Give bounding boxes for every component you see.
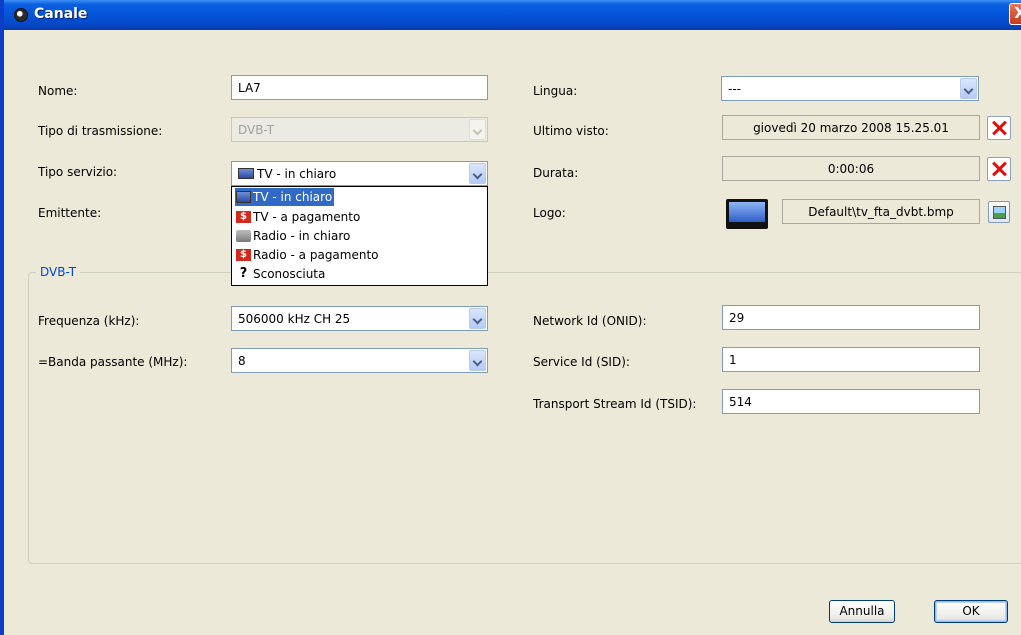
lingua-label: Lingua:: [533, 84, 578, 98]
close-button[interactable]: X: [1009, 3, 1021, 25]
dropdown-item-tv-in-chiaro[interactable]: TV - in chiaro: [235, 188, 335, 206]
chevron-down-icon: [469, 119, 486, 140]
dvbt-group-title: DVB-T: [36, 265, 81, 279]
radio-icon: [236, 230, 251, 242]
dropdown-item-tv-a-pagamento[interactable]: $ TV - a pagamento: [235, 208, 362, 226]
ultimo-visto-label: Ultimo visto:: [533, 124, 609, 138]
ok-button[interactable]: OK: [934, 600, 1008, 623]
dialog-window: Canale X Nome: LA7 Tipo di trasmissione:…: [0, 0, 1021, 635]
chevron-down-icon[interactable]: [960, 78, 977, 99]
banda-value: 8: [238, 354, 246, 368]
tv-icon: [236, 191, 251, 203]
pay-icon: $: [236, 211, 251, 223]
chevron-down-icon[interactable]: [469, 163, 486, 184]
nome-label: Nome:: [38, 84, 78, 98]
logo-path-value: Default\tv_fta_dvbt.bmp: [782, 199, 980, 224]
lingua-value: ---: [728, 82, 741, 96]
banda-label: =Banda passante (MHz):: [38, 355, 188, 369]
onid-label: Network Id (ONID):: [533, 314, 647, 328]
frequenza-select[interactable]: 506000 kHz CH 25: [231, 306, 488, 331]
unknown-icon: ?: [239, 266, 248, 281]
cancel-button[interactable]: Annulla: [829, 600, 895, 623]
logo-label: Logo:: [533, 206, 566, 220]
tipo-trasmissione-label: Tipo di trasmissione:: [38, 124, 163, 138]
durata-value: 0:00:06: [722, 156, 980, 181]
dropdown-item-radio-in-chiaro[interactable]: Radio - in chiaro: [235, 227, 352, 245]
tipo-servizio-label: Tipo servizio:: [38, 165, 118, 179]
tipo-trasmissione-value: DVB-T: [238, 123, 275, 137]
sid-input[interactable]: 1: [722, 347, 980, 372]
chevron-down-icon[interactable]: [469, 308, 486, 329]
image-icon: [993, 206, 1006, 219]
frequenza-label: Frequenza (kHz):: [38, 314, 140, 328]
tsid-input[interactable]: 514: [722, 389, 980, 414]
browse-logo-button[interactable]: [988, 201, 1010, 223]
tipo-servizio-select[interactable]: TV - in chiaro: [231, 161, 488, 186]
tipo-servizio-value: TV - in chiaro: [257, 167, 337, 181]
window-title: Canale: [34, 6, 88, 22]
emittente-label: Emittente:: [38, 206, 102, 220]
pay-icon: $: [236, 249, 251, 261]
clear-durata-button[interactable]: [987, 157, 1011, 181]
dropdown-item-radio-a-pagamento[interactable]: $ Radio - a pagamento: [235, 246, 381, 264]
tipo-trasmissione-select: DVB-T: [231, 117, 488, 142]
clear-ultimo-visto-button[interactable]: [987, 116, 1011, 140]
dropdown-item-sconosciuta[interactable]: ? Sconosciuta: [235, 265, 327, 283]
tsid-label: Transport Stream Id (TSID):: [533, 397, 697, 411]
chevron-down-icon[interactable]: [469, 350, 486, 371]
ultimo-visto-value: giovedì 20 marzo 2008 15.25.01: [722, 115, 980, 140]
nome-input[interactable]: LA7: [231, 75, 488, 100]
lingua-select[interactable]: ---: [721, 76, 979, 101]
frequenza-value: 506000 kHz CH 25: [238, 312, 351, 326]
durata-label: Durata:: [533, 166, 579, 180]
logo-preview-icon: [726, 199, 768, 229]
banda-select[interactable]: 8: [231, 348, 488, 373]
sid-label: Service Id (SID):: [533, 355, 630, 369]
title-bar[interactable]: Canale X: [4, 0, 1021, 30]
tipo-servizio-dropdown: TV - in chiaro $ TV - a pagamento Radio …: [231, 186, 488, 286]
app-icon: [14, 8, 28, 22]
tv-icon: [238, 168, 254, 179]
onid-input[interactable]: 29: [722, 305, 980, 330]
